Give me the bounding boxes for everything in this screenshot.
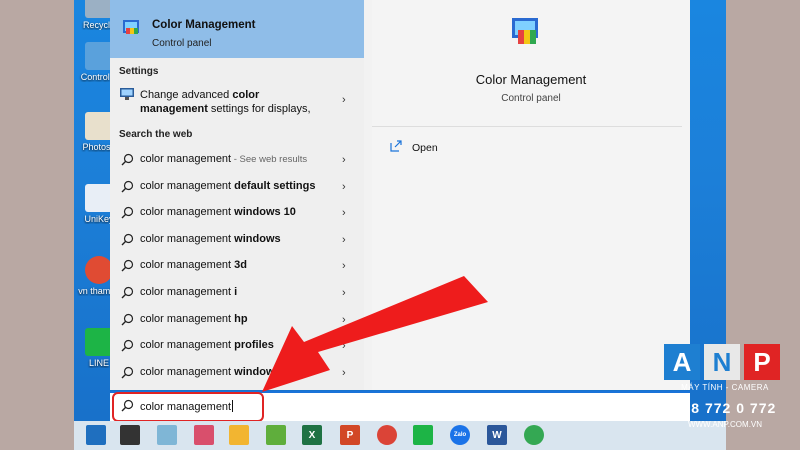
web-result-text: color management 3d bbox=[140, 259, 248, 272]
chevron-right-icon: › bbox=[342, 340, 346, 353]
best-match-result[interactable]: Color Management Control panel bbox=[110, 0, 364, 58]
web-result-row[interactable]: color management windows › bbox=[110, 227, 364, 253]
snip-icon[interactable] bbox=[194, 425, 214, 445]
watermark-letter-p: P bbox=[744, 344, 780, 380]
web-header: Search the web bbox=[119, 129, 193, 140]
web-result-text: color management profiles bbox=[140, 339, 274, 352]
preview-pane bbox=[372, 0, 690, 390]
monitor-icon bbox=[120, 88, 134, 100]
web-result-text: color management hp bbox=[140, 312, 248, 325]
watermark-letter-n: N bbox=[704, 344, 740, 380]
watermark-letter-a: A bbox=[664, 344, 700, 380]
web-result-row[interactable]: color management default settings › bbox=[110, 174, 364, 200]
watermark-phone: 098 772 0 772 bbox=[673, 400, 777, 416]
settings-result[interactable]: Change advanced color management setting… bbox=[110, 84, 364, 124]
chevron-right-icon: › bbox=[342, 366, 346, 379]
recycle-bin-icon bbox=[85, 0, 113, 18]
chevron-right-icon: › bbox=[342, 313, 346, 326]
chevron-right-icon: › bbox=[342, 233, 346, 246]
frame-left bbox=[0, 0, 74, 450]
settings-result-text: Change advanced color management setting… bbox=[140, 89, 311, 115]
web-result-row[interactable]: color management - See web results › bbox=[110, 147, 364, 173]
search-icon bbox=[121, 180, 134, 193]
watermark-site: WWW.ANP.COM.VN bbox=[687, 420, 763, 429]
chevron-right-icon: › bbox=[342, 207, 346, 220]
chrome-desktop-icon bbox=[85, 256, 113, 284]
powerpoint-icon[interactable]: P bbox=[340, 425, 360, 445]
zalo-icon[interactable]: Zalo bbox=[450, 425, 470, 445]
open-icon bbox=[390, 140, 402, 152]
web-result-row[interactable]: color management i › bbox=[110, 280, 364, 306]
chevron-right-icon: › bbox=[342, 180, 346, 193]
search-icon bbox=[121, 153, 134, 166]
color-management-large-icon bbox=[512, 18, 538, 44]
web-result-row[interactable]: color management windows 7 › bbox=[110, 360, 364, 386]
web-result-row[interactable]: color management profiles › bbox=[110, 333, 364, 359]
unikey-icon bbox=[85, 184, 113, 212]
web-result-text: color management default settings bbox=[140, 179, 316, 192]
app-icon-2[interactable] bbox=[266, 425, 286, 445]
preview-title: Color Management bbox=[475, 72, 587, 87]
web-result-text: color management windows bbox=[140, 232, 281, 245]
color-management-icon bbox=[123, 20, 139, 34]
file-explorer-icon[interactable] bbox=[229, 425, 249, 445]
chevron-right-icon: › bbox=[342, 154, 346, 166]
excel-icon[interactable]: X bbox=[302, 425, 322, 445]
chevron-right-icon: › bbox=[342, 94, 346, 106]
open-label: Open bbox=[412, 142, 438, 154]
web-result-row[interactable]: color management 3d › bbox=[110, 253, 364, 279]
best-match-title: Color Management bbox=[152, 19, 256, 31]
photoshop-icon bbox=[85, 112, 113, 140]
start-icon[interactable] bbox=[86, 425, 106, 445]
web-result-text: color management i bbox=[140, 286, 238, 298]
best-match-subtitle: Control panel bbox=[152, 38, 212, 49]
watermark-subtitle: MÁY TÍNH - CAMERA bbox=[681, 383, 769, 392]
preview-divider bbox=[372, 126, 682, 127]
chevron-right-icon: › bbox=[342, 287, 346, 299]
web-result-row[interactable]: color management hp › bbox=[110, 307, 364, 333]
word-icon[interactable]: W bbox=[487, 425, 507, 445]
chrome-icon[interactable] bbox=[377, 425, 397, 445]
search-icon bbox=[121, 207, 134, 219]
web-result-text: color management windows 10 bbox=[140, 206, 296, 219]
chrome-2-icon[interactable] bbox=[524, 425, 544, 445]
search-icon bbox=[121, 340, 134, 352]
task-view-icon[interactable] bbox=[120, 425, 140, 445]
web-result-text: color management - See web results bbox=[140, 153, 308, 165]
search-icon bbox=[121, 233, 134, 246]
chevron-right-icon: › bbox=[342, 260, 346, 273]
web-result-text: color management windows 7 bbox=[140, 365, 290, 378]
search-highlight-box bbox=[112, 392, 264, 422]
line-icon[interactable] bbox=[413, 425, 433, 445]
search-icon bbox=[121, 260, 134, 272]
search-icon bbox=[121, 366, 134, 379]
app-icon-1[interactable] bbox=[157, 425, 177, 445]
search-icon bbox=[121, 286, 134, 299]
line-desktop-icon bbox=[85, 328, 113, 356]
settings-header: Settings bbox=[119, 66, 159, 77]
web-result-row[interactable]: color management windows 10 › bbox=[110, 200, 364, 226]
preview-subtitle: Control panel bbox=[501, 93, 561, 104]
search-icon bbox=[121, 313, 134, 326]
control-panel-icon bbox=[85, 42, 113, 70]
